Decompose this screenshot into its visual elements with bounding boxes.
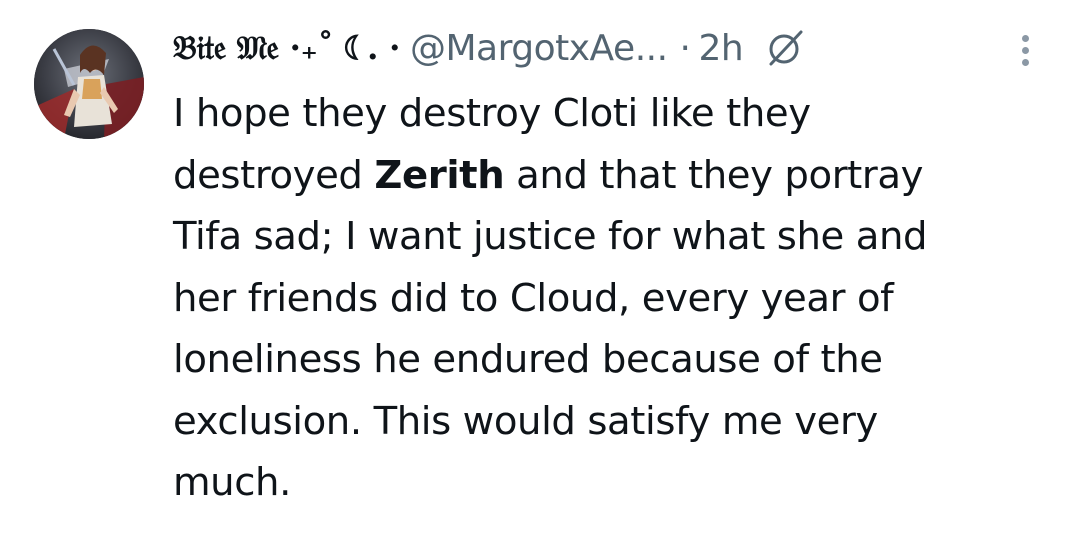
tweet-text-line: her friends did to Cloud, every year of (173, 275, 894, 321)
user-handle[interactable]: @MargotxAe... (410, 28, 668, 69)
tweet-text-line: destroyed Zerith and that they portray (173, 152, 924, 198)
timestamp[interactable]: 2h (698, 28, 743, 69)
tweet-text-line: loneliness he endured because of the (173, 337, 883, 382)
display-name[interactable]: 𝔅𝔦𝔱𝔢 𝔐𝔢 ·₊˚ ☾. · (173, 28, 400, 68)
tweet-text-line: Tifa sad; I want justice for what she an… (173, 214, 928, 259)
bold-word: Zerith (374, 152, 505, 198)
tweet-text: I hope they destroy Cloti like they dest… (173, 83, 1063, 514)
avatar-image (34, 29, 144, 139)
more-options-icon[interactable] (1010, 28, 1040, 72)
tweet-text-line: much. (173, 460, 291, 505)
tweet-text-line: I hope they destroy Cloti like they (173, 91, 811, 136)
tweet-header: 𝔅𝔦𝔱𝔢 𝔐𝔢 ·₊˚ ☾. · @MargotxAe... · 2h (173, 18, 807, 78)
avatar[interactable] (34, 29, 144, 139)
tweet-text-line: exclusion. This would satisfy me very (173, 398, 878, 444)
header-separator: · (679, 27, 691, 69)
slashed-circle-icon (763, 26, 807, 70)
